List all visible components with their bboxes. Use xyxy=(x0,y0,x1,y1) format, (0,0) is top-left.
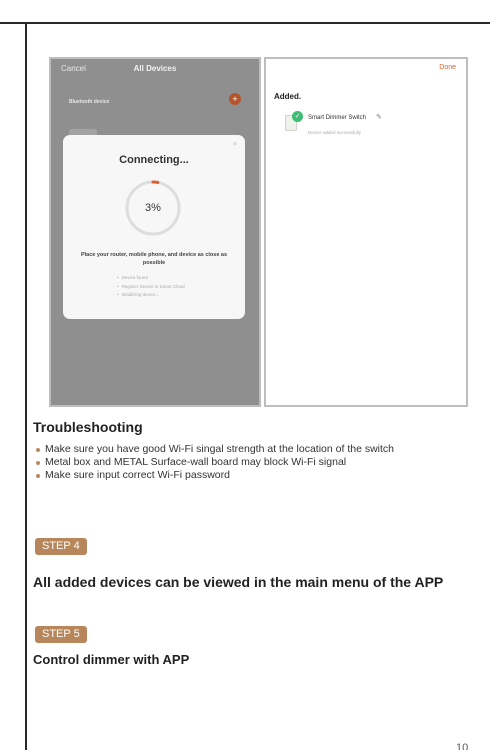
added-heading: Added. xyxy=(274,92,302,101)
connection-step: Register Device to Smart Cloud xyxy=(117,283,185,292)
device-status: Device added successfully xyxy=(308,130,362,135)
troubleshooting-list: Make sure you have good Wi-Fi singal str… xyxy=(35,443,475,482)
list-item: Make sure you have good Wi-Fi singal str… xyxy=(35,443,475,456)
edit-icon: ✎ xyxy=(376,114,382,121)
top-rule xyxy=(0,22,490,24)
connecting-screenshot: Cancel All Devices Bluetooth device + × … xyxy=(49,57,261,407)
step-5-text: Control dimmer with APP xyxy=(33,652,190,667)
add-device-icon: + xyxy=(229,93,241,105)
list-item: Metal box and METAL Surface-wall board m… xyxy=(35,456,475,469)
device-name: Smart Dimmer Switch xyxy=(308,115,367,121)
page-number: 10 xyxy=(456,742,469,750)
connection-step: Device found xyxy=(117,274,185,283)
connecting-title: Connecting... xyxy=(119,154,189,166)
bluetooth-device-label: Bluetooth device xyxy=(69,99,110,105)
connection-steps: Device found Register Device to Smart Cl… xyxy=(117,274,185,300)
troubleshooting-heading: Troubleshooting xyxy=(33,419,143,435)
close-icon: × xyxy=(232,141,237,148)
step-5-badge: STEP 5 xyxy=(35,626,87,643)
progress-percent: 3% xyxy=(145,202,161,214)
done-link: Done xyxy=(439,64,456,71)
left-rule xyxy=(25,22,27,750)
check-icon: ✓ xyxy=(292,111,303,122)
proximity-message: Place your router, mobile phone, and dev… xyxy=(80,252,228,266)
step-4-badge: STEP 4 xyxy=(35,538,87,555)
step-4-text: All added devices can be viewed in the m… xyxy=(33,574,444,590)
connecting-dialog: × Connecting... 3% Place your router, mo… xyxy=(63,135,245,319)
added-screenshot: Done Added. ✓ Smart Dimmer Switch ✎ Devi… xyxy=(264,57,468,407)
all-devices-title: All Devices xyxy=(133,64,177,73)
connection-step: Initializing device... xyxy=(117,291,185,300)
list-item: Make sure input correct Wi-Fi password xyxy=(35,469,475,482)
